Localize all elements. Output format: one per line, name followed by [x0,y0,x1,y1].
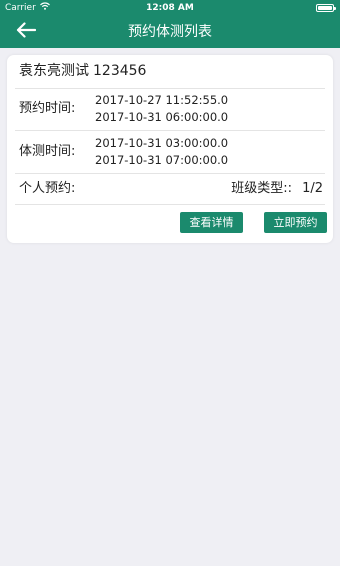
booking-card: 袁东亮测试 123456 预约时间: 2017-10-27 11:52:55.0 … [7,55,333,243]
test-start-time: 2017-10-31 03:00:00.0 [95,136,229,150]
booking-start-time: 2017-10-27 11:52:55.0 [95,93,229,107]
info-row: 个人预约: 班级类型:: 1/2 [15,174,325,205]
personal-booking-label: 个人预约: [19,181,76,196]
navbar: 预约体测列表 [0,16,340,48]
test-time-row: 体测时间: 2017-10-31 03:00:00.0 2017-10-31 0… [15,131,325,174]
class-type-label: 班级类型:: [231,181,292,196]
view-details-button[interactable]: 查看详情 [180,212,243,233]
book-now-button[interactable]: 立即预约 [264,212,327,233]
header: Carrier 12:08 AM 预约体测列表 [0,0,340,48]
test-time-label: 体测时间: [19,144,76,159]
booking-time-label: 预约时间: [19,101,76,116]
test-end-time: 2017-10-31 07:00:00.0 [95,153,229,167]
booking-end-time: 2017-10-31 06:00:00.0 [95,110,229,124]
class-type-value: 1/2 [302,181,323,196]
student-code: 123456 [93,63,147,79]
status-time: 12:08 AM [146,3,194,13]
battery-icon [316,4,336,12]
booking-time-row: 预约时间: 2017-10-27 11:52:55.0 2017-10-31 0… [15,88,325,131]
student-name: 袁东亮测试 [19,63,89,79]
page-title: 预约体测列表 [128,24,212,40]
status-bar: Carrier 12:08 AM [0,0,340,16]
screen: Carrier 12:08 AM 预约体测列表 袁东亮测试 123456 预约时… [0,0,340,566]
name-row: 袁东亮测试 123456 [15,55,325,89]
